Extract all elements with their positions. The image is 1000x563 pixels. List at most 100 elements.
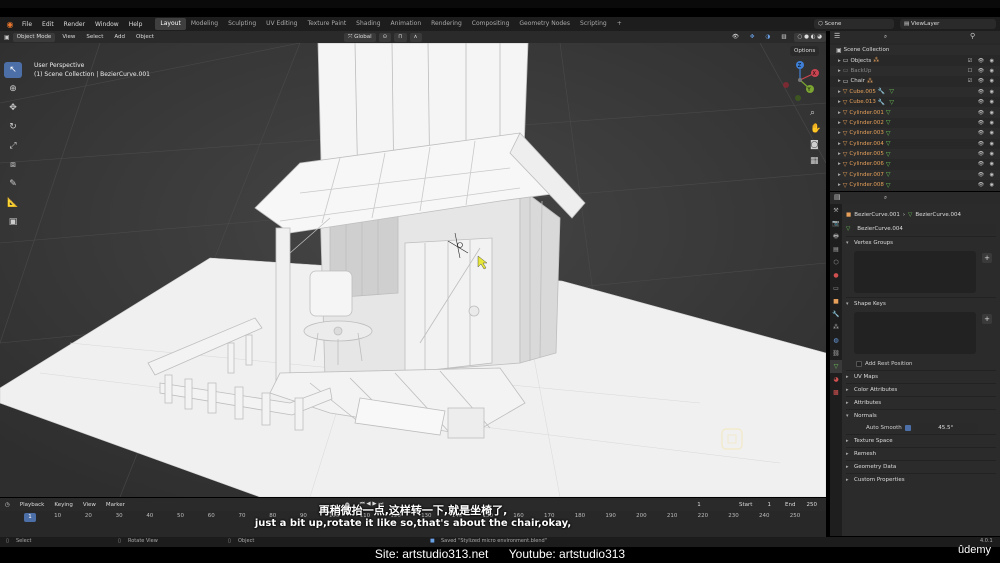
visibility-toggles[interactable]: 👁 ◉: [978, 130, 996, 136]
auto-smooth-angle-field[interactable]: 45.5°: [913, 423, 978, 433]
visibility-toggles[interactable]: 👁 ◉: [978, 110, 996, 116]
visibility-toggles[interactable]: 👁 ◉: [978, 120, 996, 126]
outliner-row[interactable]: ▸ ▽ Cube.005 🔧 ▽ 👁 ◉: [830, 86, 1000, 97]
outliner-row[interactable]: ▸ ▭ Chair ⁂ ☑ 👁 ◉: [830, 76, 1000, 86]
tab-texture-paint[interactable]: Texture Paint: [302, 18, 351, 30]
expand-arrow-icon[interactable]: ▸: [838, 151, 841, 157]
world-tab-icon[interactable]: ●: [830, 269, 842, 282]
expand-arrow-icon[interactable]: ▸: [838, 141, 841, 147]
tool-tab-icon[interactable]: ⚒: [830, 204, 842, 217]
menu-render[interactable]: Render: [59, 21, 90, 28]
tab-modeling[interactable]: Modeling: [186, 18, 223, 30]
modifier-tab-icon[interactable]: 🔧: [830, 308, 842, 321]
outliner-row[interactable]: ▸ ▽ Cylinder.005 ▽ 👁 ◉: [830, 148, 1000, 160]
xray-toggle[interactable]: ▥: [777, 33, 790, 42]
expand-arrow-icon[interactable]: ▸: [838, 130, 841, 136]
rotate-tool[interactable]: ↻: [4, 119, 22, 135]
outliner-row[interactable]: ▸ ▽ Cylinder.002 ▽ 👁 ◉: [830, 118, 1000, 128]
expand-arrow-icon[interactable]: ▸: [838, 182, 841, 188]
measure-tool[interactable]: 📐: [4, 195, 22, 211]
add-shape-key-button[interactable]: +: [982, 314, 992, 324]
properties-editor-icon[interactable]: ▤: [834, 193, 841, 201]
scale-tool[interactable]: ⤢: [4, 138, 22, 154]
outliner-row[interactable]: ▸ ▽ Cylinder.001 ▽ 👁 ◉: [830, 107, 1000, 118]
menu-object[interactable]: Object: [132, 33, 158, 42]
visibility-toggles[interactable]: 👁 ◉: [978, 141, 996, 147]
outliner-search-input[interactable]: ⌕: [880, 32, 960, 42]
menu-window[interactable]: Window: [90, 21, 124, 28]
add-rest-position-checkbox[interactable]: [856, 361, 862, 367]
menu-file[interactable]: File: [17, 21, 37, 28]
tab-scripting[interactable]: Scripting: [575, 18, 612, 30]
outliner-row[interactable]: ▣ Scene Collection: [830, 45, 1000, 56]
vertex-groups-panel-header[interactable]: ▾ Vertex Groups: [846, 236, 996, 249]
visibility-toggles[interactable]: ☑ 👁 ◉: [968, 78, 996, 84]
material-tab-icon[interactable]: ◕: [830, 373, 842, 386]
expand-arrow-icon[interactable]: ▸: [838, 68, 841, 74]
geometry-data-panel-header[interactable]: ▸ Geometry Data: [846, 460, 996, 473]
vertex-groups-list[interactable]: +: [854, 251, 992, 293]
data-name-field[interactable]: BezierCurve.004: [853, 224, 996, 234]
properties-search-input[interactable]: ⌕: [880, 193, 990, 203]
transform-tool[interactable]: ⧈: [4, 157, 22, 173]
texture-space-panel-header[interactable]: ▸ Texture Space: [846, 434, 996, 447]
menu-edit[interactable]: Edit: [37, 21, 59, 28]
snap-toggle[interactable]: ⊓: [394, 32, 407, 42]
outliner-row[interactable]: ▸ ▽ Cylinder.006 ▽ 👁 ◉: [830, 159, 1000, 169]
uv-maps-panel-header[interactable]: ▸ UV Maps: [846, 370, 996, 383]
transform-orientation-dropdown[interactable]: ⤧ Global: [343, 32, 376, 42]
blender-logo-icon[interactable]: ◉: [3, 17, 17, 31]
menu-help[interactable]: Help: [124, 21, 148, 28]
texture-tab-icon[interactable]: ▩: [830, 386, 842, 399]
add-cube-tool[interactable]: ▣: [4, 214, 22, 230]
annotate-tool[interactable]: ✎: [4, 176, 22, 192]
visibility-toggles[interactable]: 👁 ◉: [978, 182, 996, 188]
outliner-row[interactable]: ▸ ▭ BackUp ☐ 👁 ◉: [830, 65, 1000, 77]
move-tool[interactable]: ✥: [4, 100, 22, 116]
particles-tab-icon[interactable]: ⁂: [830, 321, 842, 334]
visibility-icon[interactable]: 👁: [728, 33, 743, 42]
tab-sculpting[interactable]: Sculpting: [223, 18, 261, 30]
add-rest-position-row[interactable]: Add Rest Position: [846, 358, 996, 370]
outliner-editor-icon[interactable]: ☰: [834, 32, 840, 40]
scene-selector[interactable]: ⬡ Scene: [814, 19, 894, 29]
add-vertex-group-button[interactable]: +: [982, 253, 992, 263]
menu-view[interactable]: View: [58, 33, 79, 42]
cursor-tool[interactable]: ⊕: [4, 81, 22, 97]
color-attributes-panel-header[interactable]: ▸ Color Attributes: [846, 383, 996, 396]
view-layer-selector[interactable]: ▤ ViewLayer: [900, 19, 996, 29]
shape-keys-panel-header[interactable]: ▾ Shape Keys: [846, 297, 996, 310]
tab-shading[interactable]: Shading: [351, 18, 385, 30]
visibility-toggles[interactable]: ☐ 👁 ◉: [968, 68, 996, 74]
output-tab-icon[interactable]: 🖶: [830, 230, 842, 243]
normals-panel-header[interactable]: ▾ Normals: [846, 409, 996, 422]
physics-tab-icon[interactable]: ◍: [830, 334, 842, 347]
expand-arrow-icon[interactable]: ▸: [838, 89, 841, 95]
tab-layout[interactable]: Layout: [155, 18, 186, 30]
pivot-point-dropdown[interactable]: ⊙: [378, 32, 392, 42]
menu-select[interactable]: Select: [82, 33, 107, 42]
outliner-row[interactable]: ▸ ▽ Cylinder.007 ▽ 👁 ◉: [830, 169, 1000, 181]
add-workspace-button[interactable]: +: [612, 18, 627, 30]
visibility-toggles[interactable]: 👁 ◉: [978, 89, 996, 95]
expand-arrow-icon[interactable]: ▸: [838, 78, 841, 84]
remesh-panel-header[interactable]: ▸ Remesh: [846, 447, 996, 460]
shape-keys-list[interactable]: +: [854, 312, 992, 354]
tab-compositing[interactable]: Compositing: [467, 18, 515, 30]
3d-viewport[interactable]: X Y Z ⌕ ✋ ◙ ▦: [0, 43, 826, 497]
data-tab-icon[interactable]: ▽: [830, 360, 842, 373]
pan-hand-icon[interactable]: ✋: [810, 122, 821, 134]
visibility-toggles[interactable]: ☑ 👁 ◉: [968, 58, 996, 64]
constraints-tab-icon[interactable]: ⛓: [830, 347, 842, 360]
attributes-panel-header[interactable]: ▸ Attributes: [846, 396, 996, 409]
visibility-toggles[interactable]: 👁 ◉: [978, 172, 996, 178]
options-dropdown[interactable]: Options: [790, 46, 820, 56]
expand-arrow-icon[interactable]: ▸: [838, 58, 841, 64]
perspective-grid-icon[interactable]: ▦: [810, 156, 819, 166]
tab-uv-editing[interactable]: UV Editing: [261, 18, 302, 30]
gizmo-toggle[interactable]: ✥: [746, 33, 759, 42]
visibility-toggles[interactable]: 👁 ◉: [978, 151, 996, 157]
overlay-toggle[interactable]: ◑: [762, 33, 775, 42]
expand-arrow-icon[interactable]: ▸: [838, 99, 841, 105]
zoom-icon[interactable]: ⌕: [810, 108, 815, 118]
